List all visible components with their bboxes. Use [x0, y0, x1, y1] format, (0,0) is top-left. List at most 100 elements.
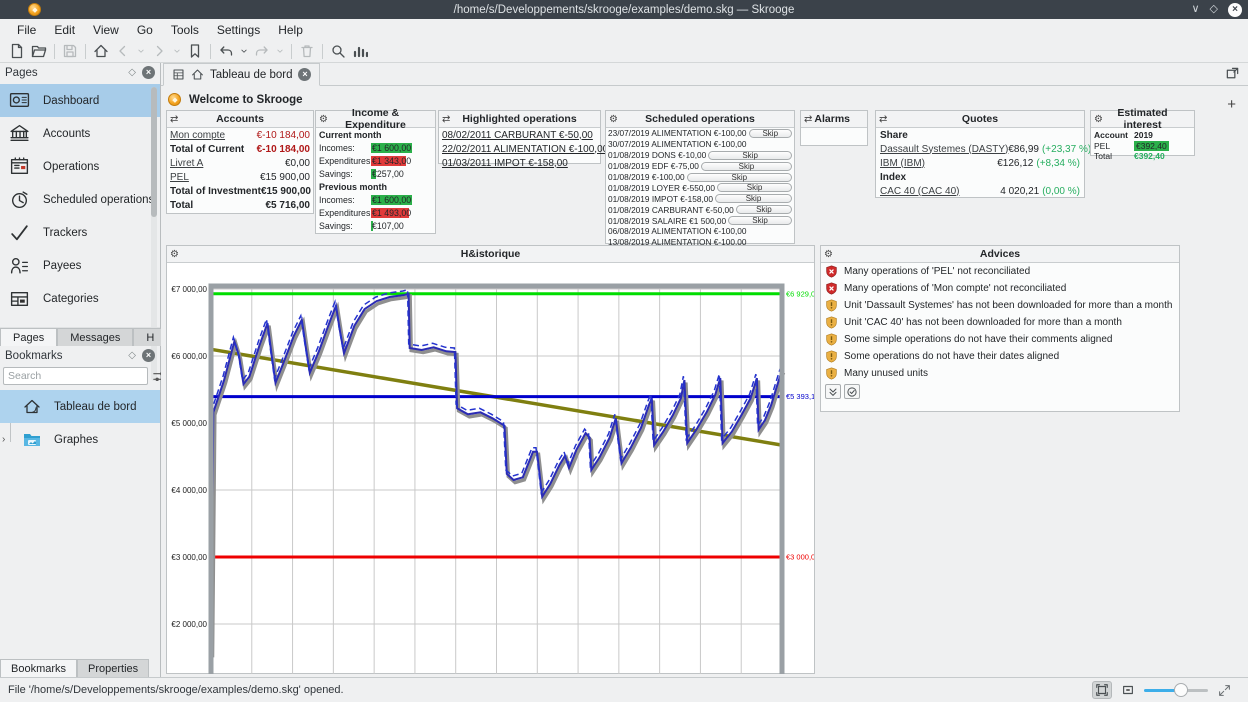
skip-button[interactable]: Skip: [717, 183, 792, 192]
sidebar-item-dashboard[interactable]: Dashboard: [0, 84, 160, 117]
gear-icon[interactable]: ⚙: [824, 249, 838, 260]
statistics-icon[interactable]: [349, 41, 371, 61]
income-expenditure-row: Expenditures:€1 343,00: [316, 154, 435, 167]
show-all-advices-button[interactable]: [825, 384, 841, 399]
back-dropdown-icon: [134, 41, 148, 61]
dock-tab-pages[interactable]: Pages: [0, 328, 57, 346]
close-tab-icon[interactable]: ×: [298, 68, 311, 81]
gear-icon[interactable]: ⚙: [319, 114, 333, 125]
swap-icon[interactable]: ⇄: [170, 114, 184, 125]
float-panel-icon[interactable]: ◇: [128, 350, 136, 361]
quote-link[interactable]: CAC 40 (CAC 40): [880, 186, 1000, 197]
sidebar-item-scheduled-operations[interactable]: Scheduled operations: [0, 183, 160, 216]
account-link[interactable]: Mon compte: [170, 130, 225, 141]
zoom-slider[interactable]: [1144, 682, 1208, 698]
quote-link[interactable]: IBM (IBM): [880, 158, 997, 169]
widget-income-expenditure: ⚙Income & Expenditure Current monthIncom…: [315, 110, 436, 234]
undo-icon[interactable]: [215, 41, 237, 61]
skip-button[interactable]: Skip: [736, 205, 792, 214]
advice-item[interactable]: Many unused units: [821, 365, 1179, 382]
forward-dropdown-icon: [170, 41, 184, 61]
advice-item[interactable]: Unit 'CAC 40' has not been downloaded fo…: [821, 314, 1179, 331]
sidebar-item-payees[interactable]: Payees: [0, 249, 160, 282]
swap-icon[interactable]: ⇄: [442, 114, 456, 125]
float-panel-icon[interactable]: ◇: [128, 67, 136, 78]
account-label: Total of Investment: [170, 186, 261, 197]
skip-button[interactable]: Skip: [749, 129, 792, 138]
highlighted-operation-link[interactable]: 22/02/2011 ALIMENTATION €-100,00: [439, 142, 600, 156]
highlighted-operation-link[interactable]: 08/02/2011 CARBURANT €-50,00: [439, 128, 600, 142]
sidebar-item-label: Payees: [43, 260, 81, 272]
account-row: Mon compte€-10 184,00: [167, 128, 313, 142]
gear-icon[interactable]: ⚙: [609, 114, 623, 125]
advice-item[interactable]: Many operations of 'Mon compte' not reco…: [821, 280, 1179, 297]
menu-tools[interactable]: Tools: [162, 21, 208, 39]
bookmark-item-tableau-de-bord[interactable]: Tableau de bord: [0, 390, 160, 423]
sidebar-item-categories[interactable]: Categories: [0, 282, 160, 315]
sidebar-item-accounts[interactable]: Accounts: [0, 117, 160, 150]
checkmark-icon: [9, 222, 30, 243]
fit-selection-button[interactable]: [1118, 681, 1138, 699]
home-icon[interactable]: [90, 41, 112, 61]
bookmarks-tree: Tableau de bord›Graphes: [0, 390, 160, 456]
skip-button[interactable]: Skip: [701, 162, 792, 171]
shield-red-icon: [825, 282, 838, 295]
close-button[interactable]: ×: [1228, 3, 1242, 17]
income-expenditure-row: Incomes:€1 600,00: [316, 193, 435, 206]
swap-icon[interactable]: ⇄: [879, 114, 893, 125]
advice-item[interactable]: Some simple operations do not have their…: [821, 331, 1179, 348]
menu-file[interactable]: File: [8, 21, 45, 39]
minimize-button[interactable]: ∨: [1191, 4, 1199, 15]
widget-highlighted-operations: ⇄Highlighted operations 08/02/2011 CARBU…: [438, 110, 601, 164]
close-panel-icon[interactable]: ×: [142, 349, 155, 362]
pin-page-icon[interactable]: [172, 68, 185, 81]
welcome-header: ◆ Welcome to Skrooge: [168, 93, 303, 106]
bookmark-item-graphes[interactable]: ›Graphes: [0, 423, 160, 456]
delete-icon: [296, 41, 318, 61]
advice-item[interactable]: Some operations do not have their dates …: [821, 348, 1179, 365]
expand-zoom-icon[interactable]: [1214, 681, 1234, 699]
skip-button[interactable]: Skip: [708, 151, 792, 160]
menu-help[interactable]: Help: [269, 21, 312, 39]
scheduled-operation-text: 23/07/2019 ALIMENTATION €-100,00: [608, 128, 747, 138]
bottom-tab-bookmarks[interactable]: Bookmarks: [0, 659, 77, 677]
sidebar-item-trackers[interactable]: Trackers: [0, 216, 160, 249]
detach-tab-icon[interactable]: [1225, 66, 1240, 81]
highlighted-operation-link[interactable]: 01/03/2011 IMPOT €-158,00: [439, 156, 600, 170]
bookmark-search-input[interactable]: [3, 367, 148, 385]
add-widget-button[interactable]: +: [1227, 96, 1236, 113]
sidebar-item-operations[interactable]: Operations: [0, 150, 160, 183]
skip-button[interactable]: Skip: [715, 194, 792, 203]
advice-item[interactable]: Unit 'Dassault Systemes' has not been do…: [821, 297, 1179, 314]
expander-icon[interactable]: ›: [2, 434, 5, 445]
skip-button[interactable]: Skip: [687, 173, 792, 182]
bookmarks-panel-title: Bookmarks: [5, 350, 128, 362]
account-link[interactable]: PEL: [170, 172, 189, 183]
open-file-icon[interactable]: [28, 41, 50, 61]
gear-icon[interactable]: ⚙: [1094, 114, 1108, 125]
account-link[interactable]: Livret A: [170, 158, 203, 169]
search-icon[interactable]: [327, 41, 349, 61]
undo-dropdown-icon[interactable]: [237, 41, 251, 61]
tab-tableau-de-bord[interactable]: Tableau de bord ×: [163, 63, 320, 86]
close-panel-icon[interactable]: ×: [142, 66, 155, 79]
menu-edit[interactable]: Edit: [45, 21, 84, 39]
fit-page-button[interactable]: [1092, 681, 1112, 699]
quote-link[interactable]: Dassault Systemes (DASTY): [880, 144, 1008, 155]
menu-go[interactable]: Go: [128, 21, 162, 39]
swap-icon[interactable]: ⇄: [804, 114, 814, 125]
advice-item[interactable]: Many operations of 'PEL' not reconciliat…: [821, 263, 1179, 280]
dismiss-advices-button[interactable]: [844, 384, 860, 399]
menu-settings[interactable]: Settings: [208, 21, 269, 39]
dock-tab-messages[interactable]: Messages: [57, 328, 133, 346]
skip-button[interactable]: Skip: [728, 216, 792, 225]
zoom-slider-thumb[interactable]: [1174, 683, 1188, 697]
maximize-button[interactable]: ◇: [1210, 4, 1218, 15]
menu-view[interactable]: View: [84, 21, 128, 39]
scheduled-operation-text: 01/08/2019 LOYER €-550,00: [608, 183, 715, 193]
new-document-icon[interactable]: [6, 41, 28, 61]
scheduled-operation-text: 01/08/2019 IMPOT €-158,00: [608, 194, 713, 204]
bookmark-icon[interactable]: [184, 41, 206, 61]
gear-icon[interactable]: ⚙: [170, 249, 184, 260]
bottom-tab-properties[interactable]: Properties: [77, 659, 149, 677]
